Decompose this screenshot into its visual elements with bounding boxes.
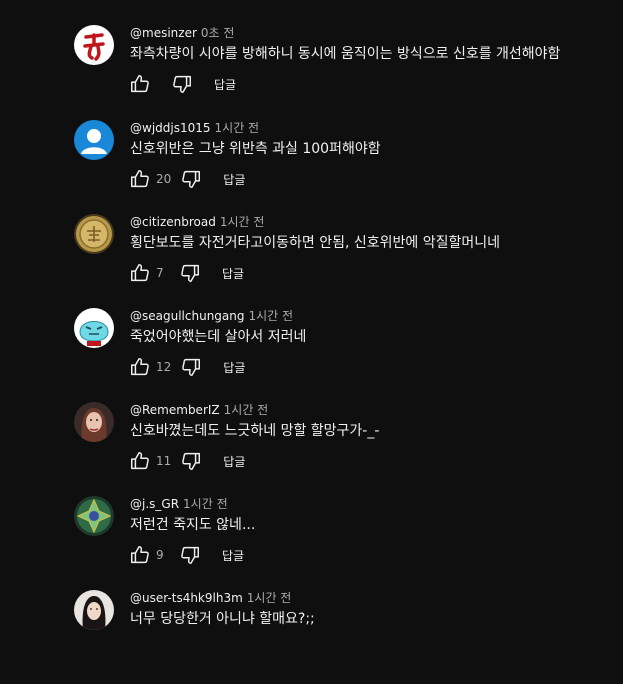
comment-actions: 20 답글 — [128, 167, 245, 191]
cyan-cartoon-avatar-icon — [74, 308, 114, 348]
thumbs-up-icon — [131, 546, 149, 564]
comment-time[interactable]: 1시간 전 — [183, 497, 228, 511]
like-count: 11 — [156, 454, 172, 468]
comment-actions: 9 답글 — [128, 543, 244, 567]
thumbs-down-icon — [182, 358, 201, 376]
comment-text: 죽었어야했는데 살아서 저러네 — [130, 329, 307, 345]
comment-time[interactable]: 1시간 전 — [224, 403, 269, 417]
comment-item: @mesinzer 0초 전 좌측차량이 시야를 방해하니 동시에 움직이는 방식… — [0, 25, 623, 119]
default-person-avatar-icon — [74, 120, 114, 160]
comment-item: @seagullchungang 1시간 전 죽었어야했는데 살아서 저러네 12… — [0, 308, 623, 402]
like-button[interactable] — [128, 355, 152, 379]
thumbs-up-icon — [131, 452, 149, 470]
reply-button[interactable]: 답글 — [223, 453, 245, 470]
like-button[interactable] — [128, 261, 152, 285]
comment-meta: @citizenbroad 1시간 전 — [130, 213, 264, 231]
like-count: 7 — [156, 266, 164, 280]
comment-actions: 11 답글 — [128, 449, 245, 473]
like-button[interactable] — [128, 167, 152, 191]
thumbs-up-icon — [131, 358, 149, 376]
comment-meta: @RememberIZ 1시간 전 — [130, 401, 268, 419]
avatar[interactable] — [74, 590, 114, 630]
avatar[interactable] — [74, 402, 114, 442]
dislike-button[interactable] — [179, 167, 203, 191]
comments-list: @mesinzer 0초 전 좌측차량이 시야를 방해하니 동시에 움직이는 방식… — [0, 0, 623, 630]
thumbs-down-icon — [181, 264, 199, 282]
comment-author[interactable]: @seagullchungang — [130, 309, 245, 323]
comment-meta: @mesinzer 0초 전 — [130, 24, 234, 42]
comment-author[interactable]: @j.s_GR — [130, 497, 179, 511]
comment-text: 신호바꼈는데도 느긋하네 망할 할망구가-_- — [130, 423, 380, 439]
avatar[interactable] — [74, 120, 114, 160]
comment-meta: @seagullchungang 1시간 전 — [130, 307, 293, 325]
thumbs-down-icon — [182, 452, 201, 470]
comment-actions: 7 답글 — [128, 261, 244, 285]
comment-time[interactable]: 1시간 전 — [220, 215, 265, 229]
thumbs-up-icon — [131, 170, 149, 188]
comment-author[interactable]: @mesinzer — [130, 26, 197, 40]
comment-author[interactable]: @citizenbroad — [130, 215, 216, 229]
reply-button[interactable]: 답글 — [214, 76, 236, 93]
red-brush-character-avatar-icon — [74, 25, 114, 65]
gold-coin-avatar-icon — [74, 214, 114, 254]
comment-author[interactable]: @RememberIZ — [130, 403, 220, 417]
reply-button[interactable]: 답글 — [223, 359, 245, 376]
comment-text: 횡단보도를 자전거타고이동하면 안됨, 신호위반에 악질할머니네 — [130, 235, 501, 251]
comment-actions: 답글 — [128, 72, 236, 96]
like-button[interactable] — [128, 72, 152, 96]
reply-button[interactable]: 답글 — [222, 265, 244, 282]
portrait-photo-avatar-icon — [74, 402, 114, 442]
dislike-button[interactable] — [179, 449, 203, 473]
dislike-button[interactable] — [178, 261, 202, 285]
dislike-button[interactable] — [179, 355, 203, 379]
comment-item: @wjddjs1015 1시간 전 신호위반은 그냥 위반측 과실 100퍼해야함… — [0, 120, 623, 214]
avatar[interactable] — [74, 496, 114, 536]
comment-text: 저런건 죽지도 않네... — [130, 517, 256, 533]
comment-meta: @wjddjs1015 1시간 전 — [130, 119, 259, 137]
comment-author[interactable]: @user-ts4hk9lh3m — [130, 591, 243, 605]
like-count: 12 — [156, 360, 172, 374]
comment-meta: @user-ts4hk9lh3m 1시간 전 — [130, 589, 291, 607]
comment-item: @RememberIZ 1시간 전 신호바꼈는데도 느긋하네 망할 할망구가-_-… — [0, 402, 623, 496]
comment-actions: 12 답글 — [128, 355, 245, 379]
comment-time[interactable]: 0초 전 — [201, 26, 235, 40]
like-button[interactable] — [128, 449, 152, 473]
thumbs-down-icon — [181, 546, 199, 564]
like-button[interactable] — [128, 543, 152, 567]
comment-time[interactable]: 1시간 전 — [247, 591, 292, 605]
like-count: 9 — [156, 548, 164, 562]
comment-time[interactable]: 1시간 전 — [249, 309, 294, 323]
avatar[interactable] — [74, 214, 114, 254]
comment-text: 신호위반은 그냥 위반측 과실 100퍼해야함 — [130, 141, 381, 157]
avatar[interactable] — [74, 308, 114, 348]
comment-item: @user-ts4hk9lh3m 1시간 전 너무 당당한거 아니냐 할매요?;; — [0, 590, 623, 684]
thumbs-up-icon — [131, 264, 149, 282]
comment-text: 좌측차량이 시야를 방해하니 동시에 움직이는 방식으로 신호를 개선해야함 — [130, 46, 561, 62]
dislike-button[interactable] — [170, 72, 194, 96]
portrait-photo-avatar-icon — [74, 590, 114, 630]
like-count: 20 — [156, 172, 172, 186]
thumbs-down-icon — [173, 75, 191, 93]
green-mandala-avatar-icon — [74, 496, 114, 536]
comment-item: @j.s_GR 1시간 전 저런건 죽지도 않네... 9 답글 — [0, 496, 623, 590]
comment-item: @citizenbroad 1시간 전 횡단보도를 자전거타고이동하면 안됨, 신… — [0, 214, 623, 308]
reply-button[interactable]: 답글 — [222, 547, 244, 564]
comment-time[interactable]: 1시간 전 — [215, 121, 260, 135]
dislike-button[interactable] — [178, 543, 202, 567]
thumbs-down-icon — [182, 170, 201, 188]
reply-button[interactable]: 답글 — [223, 171, 245, 188]
avatar[interactable] — [74, 25, 114, 65]
comment-meta: @j.s_GR 1시간 전 — [130, 495, 228, 513]
comment-author[interactable]: @wjddjs1015 — [130, 121, 211, 135]
thumbs-up-icon — [131, 75, 149, 93]
